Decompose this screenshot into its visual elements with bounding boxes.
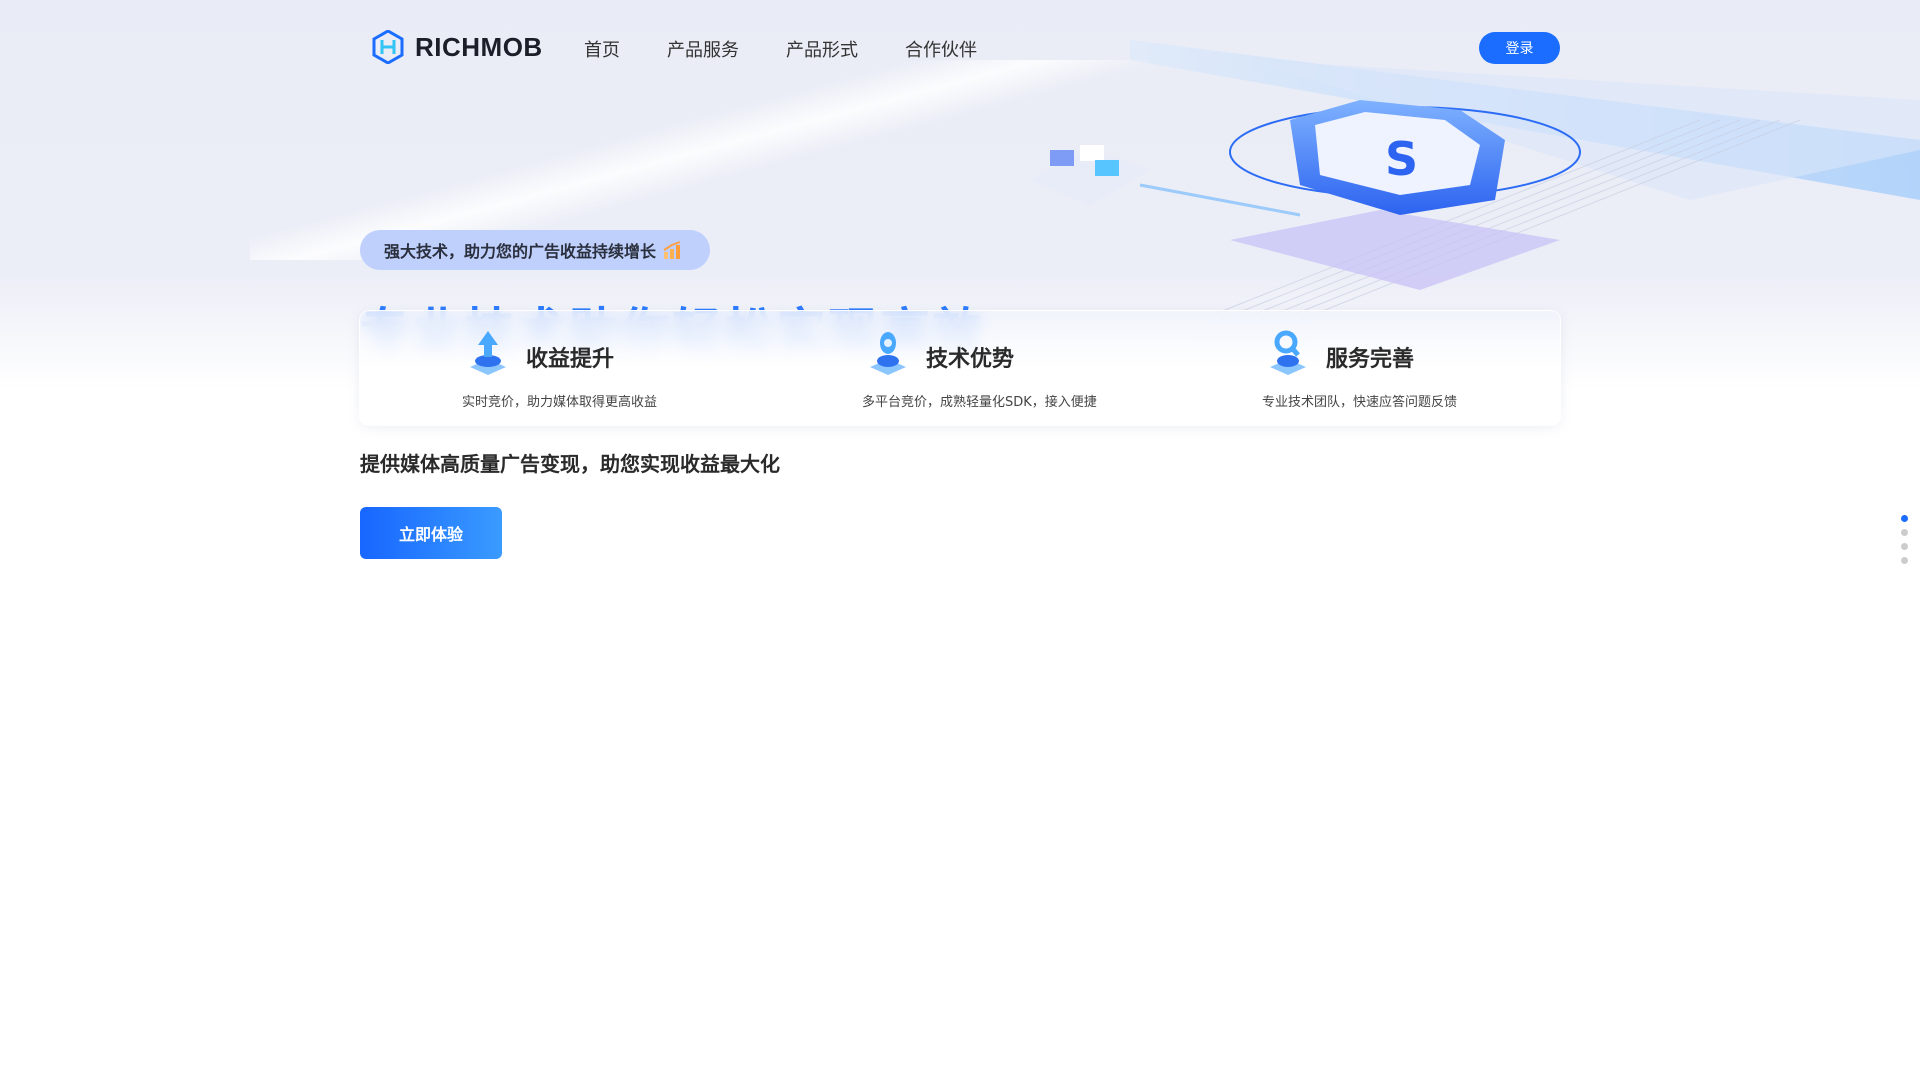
features-card: 收益提升 实时竞价，助力媒体取得更高收益 技术优势 多平台竞价，成熟轻量化SDK…	[359, 310, 1561, 426]
nav-partners[interactable]: 合作伙伴	[905, 36, 977, 62]
hero-tag-text: 强大技术，助力您的广告收益持续增长	[384, 242, 657, 261]
page-dot-1[interactable]	[1901, 515, 1908, 522]
hero-tag: 强大技术，助力您的广告收益持续增长	[360, 230, 711, 270]
tech-icon	[870, 332, 906, 375]
page-dot-4[interactable]	[1901, 557, 1908, 564]
feature-title: 技术优势	[926, 347, 1015, 372]
nav-formats[interactable]: 产品形式	[786, 36, 858, 62]
growth-icon	[663, 241, 681, 259]
svg-text:S: S	[1385, 132, 1418, 186]
brand-name: RICHMOB	[415, 31, 543, 62]
feature-desc: 专业技术团队，快速应答问题反馈	[1262, 395, 1458, 410]
feature-tech: 技术优势 多平台竞价，成熟轻量化SDK，接入便捷	[862, 311, 1224, 427]
page-dot-2[interactable]	[1901, 529, 1908, 536]
feature-desc: 实时竞价，助力媒体取得更高收益	[462, 395, 658, 410]
feature-service: 服务完善 专业技术团队，快速应答问题反馈	[1262, 311, 1624, 427]
page-indicator	[1901, 515, 1908, 564]
nav-products[interactable]: 产品服务	[667, 36, 739, 62]
main-nav: 首页 产品服务 产品形式 合作伙伴	[584, 36, 977, 62]
feature-revenue: 收益提升 实时竞价，助力媒体取得更高收益	[462, 311, 824, 427]
feature-desc: 多平台竞价，成熟轻量化SDK，接入便捷	[862, 395, 1097, 410]
hero-subtitle: 提供媒体高质量广告变现，助您实现收益最大化	[360, 452, 780, 476]
try-now-button[interactable]: 立即体验	[360, 507, 502, 559]
feature-title: 服务完善	[1326, 347, 1415, 372]
logo[interactable]: RICHMOB	[371, 30, 543, 64]
nav-home[interactable]: 首页	[584, 36, 620, 62]
login-button[interactable]: 登录	[1479, 32, 1560, 64]
feature-title: 收益提升	[526, 347, 615, 372]
chart-up-icon	[470, 331, 506, 375]
page-dot-3[interactable]	[1901, 543, 1908, 550]
site-header: RICHMOB 首页 产品服务 产品形式 合作伙伴 登录	[0, 0, 1920, 96]
logo-icon	[372, 30, 404, 64]
support-icon	[1270, 330, 1306, 375]
